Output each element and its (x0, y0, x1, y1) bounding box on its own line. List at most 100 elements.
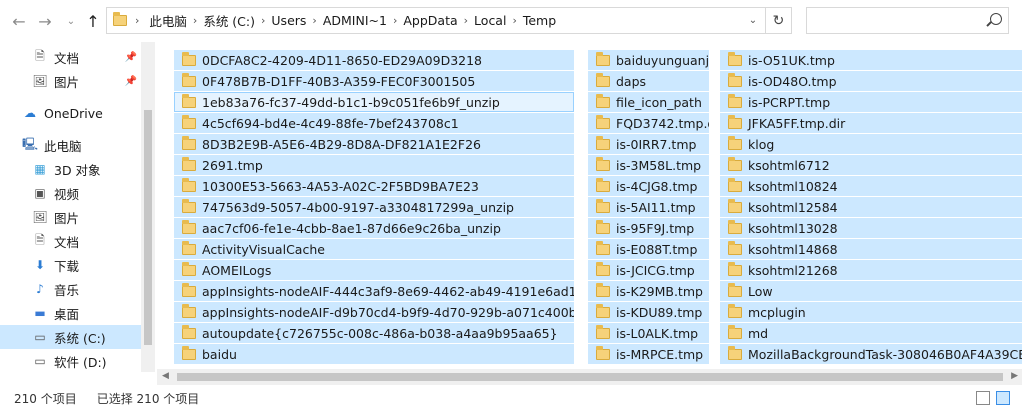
details-view-icon[interactable] (976, 391, 990, 405)
file-name: daps (616, 73, 647, 89)
folder-icon (596, 198, 610, 213)
file-item[interactable]: appInsights-nodeAIF-444c3af9-8e69-4462-a… (174, 281, 574, 301)
up-arrow-icon[interactable]: ↑ (82, 8, 104, 34)
file-item[interactable]: JFKA5FF.tmp.dir (720, 113, 1022, 133)
sidebar-item[interactable]: 🗎 文档 📌 (0, 45, 141, 69)
list-view-icon[interactable] (996, 391, 1010, 405)
sidebar-item[interactable]: ⬇ 下载 (0, 253, 141, 277)
file-item[interactable]: is-OD48O.tmp (720, 71, 1022, 91)
back-arrow-icon[interactable]: ← (8, 8, 30, 34)
sidebar-item[interactable]: 🗎 文档 (0, 229, 141, 253)
sidebar-item[interactable]: 🖼 图片 📌 (0, 69, 141, 93)
breadcrumb-item[interactable]: Temp (517, 13, 562, 28)
file-item[interactable]: FQD3742.tmp.dir (588, 113, 709, 133)
sidebar-item[interactable]: ▭ 软件 (D:) (0, 349, 141, 372)
folder-icon (182, 324, 196, 339)
sidebar-scrollbar[interactable] (141, 42, 155, 372)
file-item[interactable]: is-5AI11.tmp (588, 197, 709, 217)
folder-icon (596, 219, 610, 234)
file-item[interactable]: autoupdate{c726755c-008c-486a-b038-a4aa9… (174, 323, 574, 343)
file-item[interactable]: ActivityVisualCache (174, 239, 574, 259)
breadcrumb-item[interactable]: AppData (397, 13, 463, 28)
file-item[interactable]: is-K29MB.tmp (588, 281, 709, 301)
folder-icon (728, 303, 742, 318)
file-item[interactable]: daps (588, 71, 709, 91)
file-item[interactable]: appInsights-nodeAIF-d9b70cd4-b9f9-4d70-9… (174, 302, 574, 322)
sidebar-item[interactable]: ▭ 系统 (C:) (0, 325, 141, 349)
file-item[interactable]: baiduyunguanjia (588, 50, 709, 70)
forward-arrow-icon[interactable]: → (34, 8, 56, 34)
scroll-right-icon[interactable]: ▶ (1011, 371, 1018, 381)
breadcrumb: 此电脑 › 系统 (C:) › Users › ADMINI~1 › AppData › Local… (139, 11, 741, 30)
file-item[interactable]: 0DCFA8C2-4209-4D11-8650-ED29A09D3218 (174, 50, 574, 70)
address-bar[interactable]: › 此电脑 › 系统 (C:) › Users › ADMINI~1 › AppData › Loc… (106, 7, 766, 34)
recent-locations-chevron-icon[interactable]: ⌄ (60, 8, 82, 34)
chevron-down-icon[interactable]: ⌄ (741, 15, 765, 26)
cloud-icon: ☁ (24, 106, 36, 120)
file-item[interactable]: MozillaBackgroundTask-308046B0AF4A39CB-b… (720, 344, 1022, 364)
item-count: 210 个项目 (14, 391, 77, 406)
folder-icon (182, 219, 196, 234)
file-item[interactable]: is-O51UK.tmp (720, 50, 1022, 70)
file-item[interactable]: baidu (174, 344, 574, 364)
file-name: 0DCFA8C2-4209-4D11-8650-ED29A09D3218 (202, 52, 483, 68)
file-item[interactable]: is-95F9J.tmp (588, 218, 709, 238)
sidebar-item[interactable]: 🖼 图片 (0, 205, 141, 229)
file-item[interactable]: file_icon_path (588, 92, 709, 112)
sidebar-item[interactable]: ▦ 3D 对象 (0, 157, 141, 181)
sidebar-item[interactable]: 🖳 此电脑 (0, 133, 141, 157)
breadcrumb-item[interactable]: 此电脑 (143, 11, 193, 30)
file-name: is-5AI11.tmp (616, 199, 696, 215)
file-item[interactable]: is-0IRR7.tmp (588, 134, 709, 154)
sidebar-item[interactable]: ☁ OneDrive (0, 101, 141, 125)
file-item[interactable]: 747563d9-5057-4b00-9197-a3304817299a_unz… (174, 197, 574, 217)
file-name: md (748, 325, 769, 341)
scroll-left-icon[interactable]: ◀ (162, 371, 169, 381)
file-item[interactable]: aac7cf06-fe1e-4cbb-8ae1-87d66e9c26ba_unz… (174, 218, 574, 238)
sidebar-item[interactable]: ▬ 桌面 (0, 301, 141, 325)
file-item[interactable]: AOMEILogs (174, 260, 574, 280)
sidebar-scroll-thumb[interactable] (144, 110, 152, 345)
breadcrumb-item[interactable]: Local (468, 13, 512, 28)
horizontal-scrollbar[interactable]: ◀ ▶ (157, 369, 1022, 385)
selected-count: 已选择 210 个项目 (96, 391, 200, 406)
sidebar-item-label: 此电脑 (44, 138, 82, 154)
file-item[interactable]: 4c5cf694-bd4e-4c49-88fe-7bef243708c1 (174, 113, 574, 133)
breadcrumb-item[interactable]: Users (265, 13, 312, 28)
file-item[interactable]: 1eb83a76-fc37-49dd-b1c1-b9c051fe6b9f_unz… (174, 92, 574, 112)
file-item[interactable]: is-KDU89.tmp (588, 302, 709, 322)
breadcrumb-item[interactable]: 系统 (C:) (197, 11, 261, 30)
search-icon[interactable] (990, 13, 1002, 25)
file-item[interactable]: klog (720, 134, 1022, 154)
refresh-icon[interactable]: ↻ (766, 7, 792, 34)
file-item[interactable]: ksohtml13028 (720, 218, 1022, 238)
file-name: MozillaBackgroundTask-308046B0AF4A39CB-b… (748, 346, 1022, 362)
file-item[interactable]: is-E088T.tmp (588, 239, 709, 259)
sidebar-item[interactable]: ▣ 视频 (0, 181, 141, 205)
file-item[interactable]: Low (720, 281, 1022, 301)
file-item[interactable]: 0F478B7B-D1FF-40B3-A359-FEC0F3001505 (174, 71, 574, 91)
search-input[interactable] (806, 7, 1009, 34)
file-item[interactable]: ksohtml10824 (720, 176, 1022, 196)
horizontal-scroll-thumb[interactable] (177, 373, 1003, 381)
file-item[interactable]: mcplugin (720, 302, 1022, 322)
sidebar-item-label: 桌面 (54, 306, 80, 322)
file-item[interactable]: 8D3B2E9B-A5E6-4B29-8D8A-DF821A1E2F26 (174, 134, 574, 154)
file-item[interactable]: ksohtml12584 (720, 197, 1022, 217)
file-item[interactable]: 2691.tmp (174, 155, 574, 175)
file-item[interactable]: is-JCICG.tmp (588, 260, 709, 280)
file-item[interactable]: 10300E53-5663-4A53-A02C-2F5BD9BA7E23 (174, 176, 574, 196)
breadcrumb-item[interactable]: ADMINI~1 (317, 13, 393, 28)
file-item[interactable]: is-MRPCE.tmp (588, 344, 709, 364)
sidebar-item[interactable]: ♪ 音乐 (0, 277, 141, 301)
file-item[interactable]: ksohtml21268 (720, 260, 1022, 280)
file-item[interactable]: ksohtml6712 (720, 155, 1022, 175)
file-item[interactable]: ksohtml14868 (720, 239, 1022, 259)
file-name: ActivityVisualCache (202, 241, 325, 257)
file-item[interactable]: is-PCRPT.tmp (720, 92, 1022, 112)
file-item[interactable]: is-L0ALK.tmp (588, 323, 709, 343)
file-item[interactable]: md (720, 323, 1022, 343)
file-item[interactable]: is-4CJG8.tmp (588, 176, 709, 196)
file-item[interactable]: is-3M58L.tmp (588, 155, 709, 175)
navigation-bar: ← → ⌄ ↑ › 此电脑 › 系统 (C:) › Users › ADMINI~1 › App… (0, 0, 1022, 42)
